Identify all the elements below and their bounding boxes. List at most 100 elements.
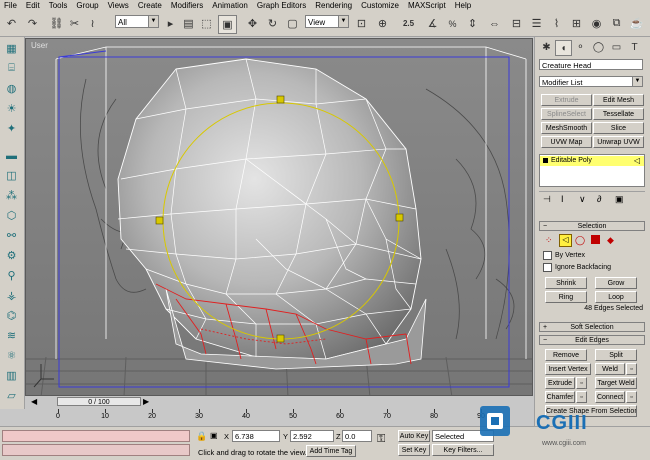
lock-selection-icon[interactable]: 🔒 — [196, 431, 207, 442]
menu-customize[interactable]: Customize — [357, 0, 404, 12]
align-icon[interactable]: ⊟ — [508, 15, 525, 32]
modifier-slice-button[interactable]: Slice — [593, 122, 644, 134]
tab-create-icon[interactable]: ✱ — [539, 40, 554, 54]
reference-coord-dropdown[interactable]: View ▼ — [305, 15, 349, 28]
modifier-splineselect-button[interactable]: SplineSelect — [541, 108, 592, 120]
create-patch-icon[interactable]: ⬡ — [3, 207, 20, 224]
quick-render-icon[interactable]: ☕ — [628, 15, 645, 32]
create-nurbs-icon[interactable]: ⌬ — [3, 307, 20, 324]
loop-button[interactable]: Loop — [595, 291, 637, 303]
object-name-field[interactable]: Creature Head — [539, 59, 643, 70]
menu-create[interactable]: Create — [134, 0, 167, 12]
create-light-icon[interactable]: ☀ — [3, 100, 20, 117]
z-coord-field[interactable]: 0.0 — [342, 430, 372, 442]
stack-item-editable-poly[interactable]: Editable Poly ◁ — [540, 156, 644, 166]
element-mode-icon[interactable]: ◆ — [607, 235, 614, 246]
menu-file[interactable]: File — [0, 0, 22, 12]
menu-maxscript[interactable]: MAXScript — [404, 0, 451, 12]
spinner-snap-icon[interactable]: ⇕ — [464, 15, 481, 32]
y-coord-field[interactable]: 2.592 — [290, 430, 334, 442]
grow-button[interactable]: Grow — [595, 277, 637, 289]
chamfer-button[interactable]: Chamfer — [545, 391, 575, 403]
menu-modifiers[interactable]: Modifiers — [167, 0, 208, 12]
border-mode-icon[interactable]: ◯ — [575, 235, 585, 246]
scale-icon[interactable]: ▢ — [284, 15, 301, 32]
redo-icon[interactable]: ↷ — [24, 15, 41, 32]
selection-filter-dropdown[interactable]: All ▼ — [115, 15, 159, 28]
tab-utilities-icon[interactable]: T — [627, 40, 642, 54]
layer-manager-icon[interactable]: ☰ — [528, 15, 545, 32]
menu-views[interactable]: Views — [104, 0, 134, 12]
maxscript-listener-mini[interactable] — [2, 430, 190, 442]
viewport-label[interactable]: User — [31, 41, 48, 50]
soft-selection-rollout-header[interactable]: + Soft Selection — [539, 322, 645, 332]
select-object-icon[interactable]: ▸ — [162, 15, 179, 32]
bind-spacewarp-icon[interactable]: ≀ — [84, 15, 101, 32]
pivot-center-icon[interactable]: ⊡ — [353, 15, 370, 32]
split-button[interactable]: Split — [595, 349, 637, 361]
edge-mode-icon[interactable]: ◁ — [559, 234, 572, 247]
menu-edit[interactable]: Edit — [22, 0, 45, 12]
ignore-backfacing-checkbox[interactable]: Ignore Backfacing — [543, 263, 611, 272]
create-helper-icon[interactable]: ⚙ — [3, 247, 20, 264]
create-shape-icon[interactable]: ▬ — [3, 147, 20, 164]
tab-modify-icon[interactable]: ◖ — [555, 40, 572, 56]
weld-settings-button[interactable]: ▫ — [626, 363, 637, 375]
modifier-tessellate-button[interactable]: Tessellate — [593, 108, 644, 120]
pin-stack-icon[interactable]: ⊣ — [543, 194, 551, 205]
create-particle-icon[interactable]: ⁂ — [3, 187, 20, 204]
create-sphere-icon[interactable]: ◍ — [3, 80, 20, 97]
snap-toggle-icon[interactable]: ∡ — [424, 15, 441, 32]
chamfer-settings-button[interactable]: ▫ — [576, 391, 587, 403]
menu-group[interactable]: Group — [72, 0, 103, 12]
configure-sets-icon[interactable]: ▣ — [615, 194, 624, 205]
x-coord-field[interactable]: 6.738 — [232, 430, 280, 442]
time-slider[interactable]: 0 / 100 — [57, 397, 141, 406]
create-box-icon[interactable]: ▦ — [3, 40, 20, 57]
modifier-edit-mesh-button[interactable]: Edit Mesh — [593, 94, 644, 106]
timeline-ruler[interactable]: 0 10 20 30 40 50 60 70 80 90 — [33, 409, 503, 423]
polygon-mode-icon[interactable] — [591, 235, 600, 244]
percent-snap-icon[interactable]: % — [444, 15, 461, 32]
gizmo-handle-top[interactable] — [276, 95, 285, 104]
select-manipulate-icon[interactable]: ⊕ — [374, 15, 391, 32]
target-weld-button[interactable]: Target Weld — [595, 377, 637, 389]
auto-key-button[interactable]: Auto Key — [398, 430, 430, 442]
modifier-extrude-button[interactable]: Extrude — [541, 94, 592, 106]
region-select-icon[interactable]: ⬚ — [198, 15, 215, 32]
remove-modifier-icon[interactable]: ∂ — [597, 194, 601, 204]
menu-rendering[interactable]: Rendering — [311, 0, 357, 12]
gizmo-handle-left[interactable] — [155, 216, 164, 225]
modifier-meshsmooth-button[interactable]: MeshSmooth — [541, 122, 592, 134]
shrink-button[interactable]: Shrink — [545, 277, 587, 289]
insert-vertex-button[interactable]: Insert Vertex — [545, 363, 591, 375]
timeline-right-arrow-icon[interactable]: ▶ — [143, 397, 149, 406]
select-by-name-icon[interactable]: ▤ — [180, 15, 197, 32]
link-icon[interactable]: ⛓ — [48, 15, 65, 32]
unlink-icon[interactable]: ✂ — [66, 15, 83, 32]
set-key-button[interactable]: Set Key — [398, 444, 430, 456]
connect-button[interactable]: Connect — [595, 391, 625, 403]
extrude-edge-button[interactable]: Extrude — [545, 377, 575, 389]
remove-button[interactable]: Remove — [545, 349, 587, 361]
schematic-view-icon[interactable]: ⊞ — [568, 15, 585, 32]
render-scene-icon[interactable]: ⧉ — [608, 15, 625, 32]
tab-motion-icon[interactable]: ◯ — [591, 40, 606, 54]
timeline-left-arrow-icon[interactable]: ◀ — [31, 397, 37, 406]
curve-editor-icon[interactable]: ⌇ — [548, 15, 565, 32]
gizmo-handle-bottom[interactable] — [276, 334, 285, 343]
modifier-list-dropdown[interactable]: Modifier List ▼ — [539, 76, 643, 87]
connect-settings-button[interactable]: ▫ — [626, 391, 637, 403]
material-editor-icon[interactable]: ◉ — [588, 15, 605, 32]
create-walls-icon[interactable]: ▥ — [3, 367, 20, 384]
extrude-settings-button[interactable]: ▫ — [576, 377, 587, 389]
make-unique-icon[interactable]: ∨ — [579, 194, 586, 205]
modifier-unwrap-uvw-button[interactable]: Unwrap UVW — [593, 136, 644, 148]
vertex-mode-icon[interactable]: ⁘ — [545, 235, 553, 246]
create-spacewarp-icon[interactable]: ⚶ — [3, 287, 20, 304]
undo-icon[interactable]: ↶ — [3, 15, 20, 32]
create-camera-icon[interactable]: ✦ — [3, 120, 20, 137]
create-compound-icon[interactable]: ◫ — [3, 167, 20, 184]
by-vertex-checkbox[interactable]: By Vertex — [543, 251, 585, 260]
modifier-uvw-map-button[interactable]: UVW Map — [541, 136, 592, 148]
